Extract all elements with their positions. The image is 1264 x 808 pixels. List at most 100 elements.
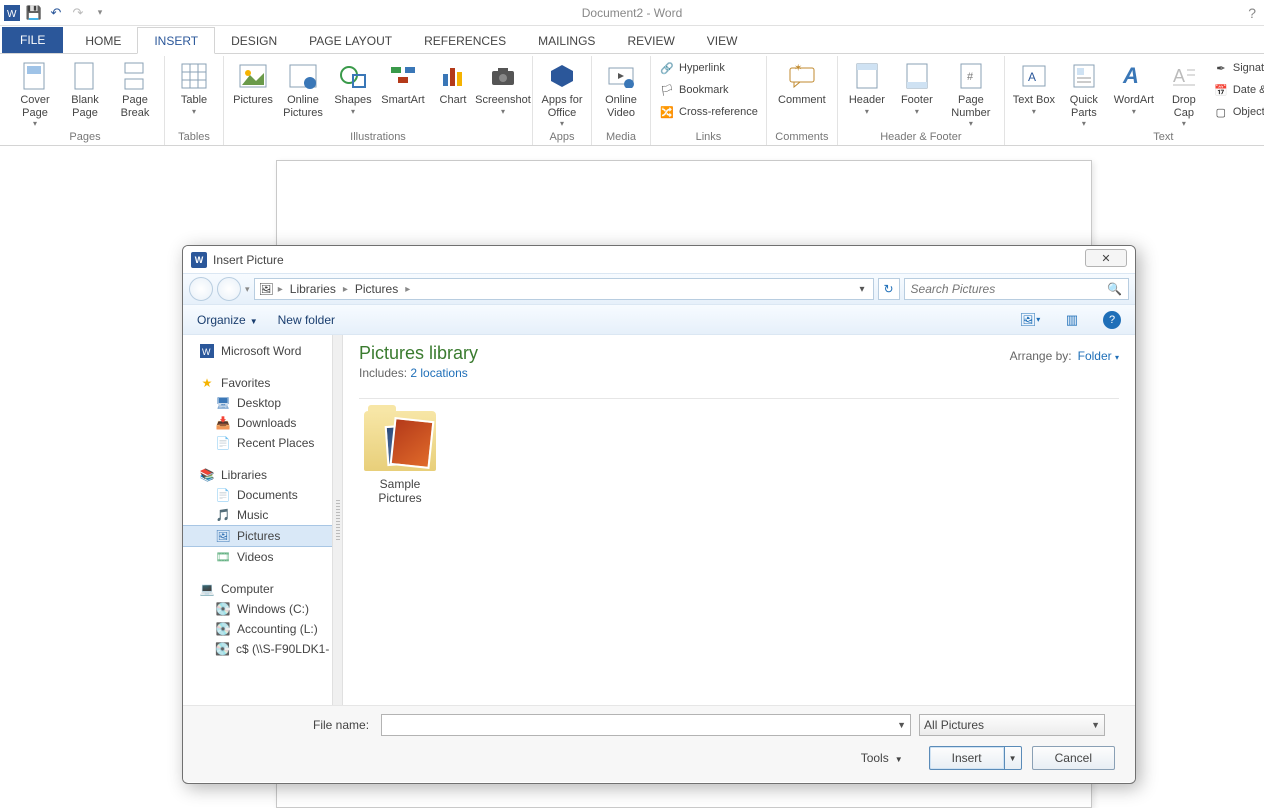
page-break-button[interactable]: Page Break [112,58,158,121]
tree-desktop[interactable]: 🖥Desktop [183,393,332,413]
breadcrumb-sep-icon[interactable]: ▸ [278,284,283,295]
object-button[interactable]: ▢Object▾ [1211,102,1264,122]
tree-splitter[interactable] [333,335,343,705]
folder-content[interactable]: Pictures library Includes: 2 locations A… [343,335,1135,705]
help-icon[interactable]: ? [1248,5,1256,21]
dialog-titlebar[interactable]: W Insert Picture ✕ [183,246,1135,273]
group-label-pages: Pages [69,131,100,145]
tree-pictures[interactable]: 🖼Pictures [183,525,332,547]
svg-text:A: A [1028,70,1036,84]
tab-references[interactable]: REFERENCES [408,28,522,53]
tree-documents[interactable]: 📄Documents [183,485,332,505]
blank-page-button[interactable]: Blank Page [62,58,108,121]
insert-split-button[interactable]: Insert ▼ [929,746,1022,770]
cross-reference-button[interactable]: 🔀Cross-reference [657,102,760,122]
library-includes: Includes: 2 locations [359,366,1119,380]
folder-item-sample-pictures[interactable]: Sample Pictures [359,411,441,505]
preview-pane-button[interactable]: ▥ [1061,310,1083,330]
shapes-button[interactable]: Shapes▾ [330,58,376,118]
ribbon-tabs: FILE HOME INSERT DESIGN PAGE LAYOUT REFE… [0,26,1264,54]
tab-review[interactable]: REVIEW [611,28,690,53]
breadcrumb-dropdown-icon[interactable]: ▾ [860,284,865,295]
table-button[interactable]: Table▾ [171,58,217,118]
tab-view[interactable]: VIEW [691,28,754,53]
breadcrumb-sep-icon[interactable]: ▸ [343,284,348,295]
title-bar: W 💾 ↶ ↷ ▾ Document2 - Word ? [0,0,1264,26]
tree-accounting-l[interactable]: 💽Accounting (L:) [183,619,332,639]
quick-parts-button[interactable]: Quick Parts▾ [1061,58,1107,130]
header-button[interactable]: Header▾ [844,58,890,118]
breadcrumb-sep-icon[interactable]: ▸ [405,284,410,295]
cover-page-button[interactable]: Cover Page▾ [12,58,58,130]
organize-button[interactable]: Organize▼ [197,313,258,327]
page-number-button[interactable]: #Page Number▾ [944,58,998,130]
tab-file[interactable]: FILE [2,27,63,53]
apps-for-office-button[interactable]: Apps for Office▾ [539,58,585,130]
tree-favorites[interactable]: ★Favorites [183,373,332,393]
breadcrumb-pictures[interactable]: Pictures [352,282,401,296]
qat-customize-icon[interactable]: ▾ [92,5,108,21]
tab-page-layout[interactable]: PAGE LAYOUT [293,28,408,53]
cover-page-icon [19,60,51,92]
drop-cap-button[interactable]: ADrop Cap▾ [1161,58,1207,130]
filename-combo[interactable]: ▼ [381,714,911,736]
footer-button[interactable]: Footer▾ [894,58,940,118]
breadcrumb-libraries[interactable]: Libraries [287,282,339,296]
bookmark-button[interactable]: 🏳Bookmark [657,80,760,100]
tree-libraries[interactable]: 📚Libraries [183,465,332,485]
pictures-button[interactable]: Pictures [230,58,276,109]
redo-icon[interactable]: ↷ [70,5,86,21]
insert-button[interactable]: Insert [929,746,1004,770]
quick-parts-icon [1068,60,1100,92]
insert-dropdown[interactable]: ▼ [1004,746,1022,770]
online-video-button[interactable]: Online Video [598,58,644,121]
search-box[interactable]: 🔍 [904,278,1129,300]
refresh-button[interactable]: ↻ [878,278,900,300]
search-input[interactable] [911,282,1108,296]
tree-cshare[interactable]: 💽c$ (\\S-F90LDK1- [183,639,332,659]
tab-home[interactable]: HOME [69,28,137,53]
nav-history-dropdown[interactable]: ▾ [245,284,250,295]
tree-recent[interactable]: 📄Recent Places [183,433,332,453]
arrange-by-dropdown[interactable]: Folder ▾ [1078,349,1119,363]
dialog-help-button[interactable]: ? [1103,311,1121,329]
tab-design[interactable]: DESIGN [215,28,293,53]
tree-computer[interactable]: 💻Computer [183,579,332,599]
tools-dropdown[interactable]: Tools▼ [861,751,903,765]
locations-link[interactable]: 2 locations [410,366,467,380]
insert-picture-dialog: W Insert Picture ✕ ▾ 🖼 ▸ Libraries ▸ Pic… [182,245,1136,784]
cancel-button[interactable]: Cancel [1032,746,1115,770]
text-box-button[interactable]: AText Box▾ [1011,58,1057,118]
folder-thumbnail-icon [364,411,436,471]
folder-tree[interactable]: WMicrosoft Word ★Favorites 🖥Desktop 📥Dow… [183,335,333,705]
dialog-close-button[interactable]: ✕ [1085,249,1127,267]
file-filter-combo[interactable]: All Pictures▼ [919,714,1105,736]
smartart-button[interactable]: SmartArt [380,58,426,109]
tab-insert[interactable]: INSERT [137,27,215,54]
search-icon[interactable]: 🔍 [1107,282,1122,296]
new-folder-button[interactable]: New folder [278,313,335,327]
hyperlink-button[interactable]: 🔗Hyperlink [657,58,760,78]
date-time-button[interactable]: 📅Date & Time [1211,80,1264,100]
breadcrumb[interactable]: 🖼 ▸ Libraries ▸ Pictures ▸ ▾ [254,278,874,300]
tab-mailings[interactable]: MAILINGS [522,28,611,53]
tree-msword[interactable]: WMicrosoft Word [183,341,332,361]
tree-videos[interactable]: 🎞Videos [183,547,332,567]
tree-music[interactable]: 🎵Music [183,505,332,525]
chart-button[interactable]: Chart [430,58,476,109]
save-icon[interactable]: 💾 [26,5,42,21]
screenshot-button[interactable]: Screenshot▾ [480,58,526,118]
text-box-icon: A [1018,60,1050,92]
dialog-nav-bar: ▾ 🖼 ▸ Libraries ▸ Pictures ▸ ▾ ↻ 🔍 [183,273,1135,305]
wordart-button[interactable]: AWordArt▾ [1111,58,1157,118]
comment-button[interactable]: ✶Comment [773,58,831,109]
tree-windows-c[interactable]: 💽Windows (C:) [183,599,332,619]
nav-back-button[interactable] [189,277,213,301]
undo-icon[interactable]: ↶ [48,5,64,21]
signature-line-button[interactable]: ✒Signature Line▾ [1211,58,1264,78]
online-pictures-button[interactable]: Online Pictures [280,58,326,121]
nav-forward-button[interactable] [217,277,241,301]
tree-downloads[interactable]: 📥Downloads [183,413,332,433]
pictures-icon [237,60,269,92]
view-options-button[interactable]: 🖼 ▾ [1019,310,1041,330]
